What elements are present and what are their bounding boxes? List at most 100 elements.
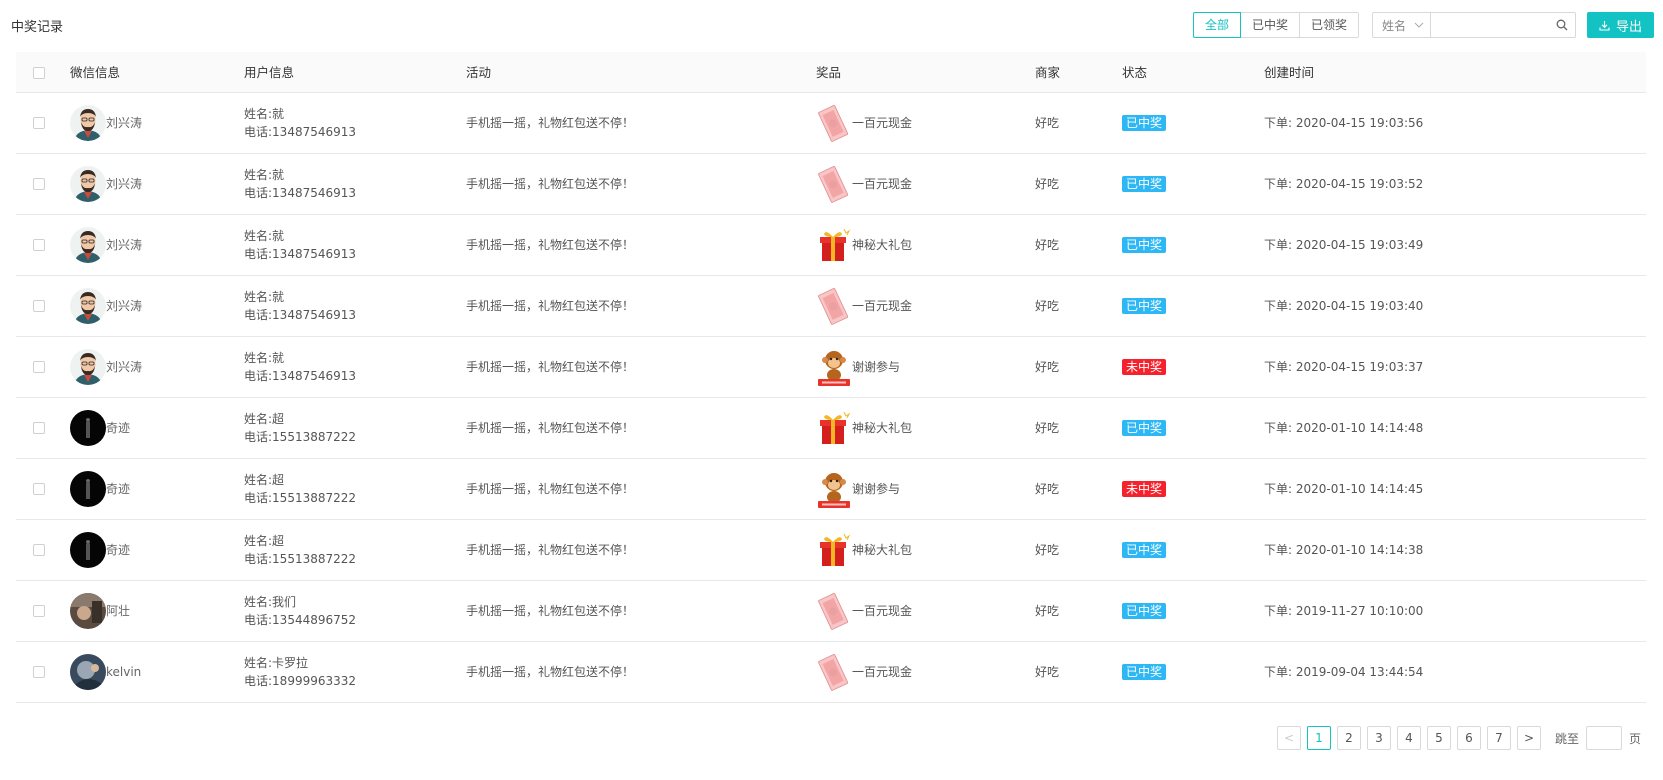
status-badge: 已中奖 <box>1122 297 1167 314</box>
row-checkbox[interactable] <box>33 361 45 373</box>
select-all-cell <box>16 52 70 93</box>
pagination: < 1234567 > 跳至 页 <box>1271 726 1641 750</box>
filter-won-button[interactable]: 已中奖 <box>1239 13 1299 37</box>
page-2-button[interactable]: 2 <box>1336 726 1361 750</box>
user-phone: 电话:13487546913 <box>244 307 357 322</box>
prize-cell: 神秘大礼包 <box>816 214 1035 276</box>
header-status: 状态 <box>1122 52 1264 93</box>
header-activity: 活动 <box>466 52 816 93</box>
status-badge: 未中奖 <box>1122 358 1167 375</box>
select-all-checkbox[interactable] <box>33 66 45 79</box>
export-button[interactable]: 导出 <box>1586 12 1654 38</box>
merchant-cell: 好吃 <box>1035 92 1122 154</box>
user-name: 姓名:我们 <box>244 594 297 609</box>
prize-name: 神秘大礼包 <box>852 543 913 557</box>
status-cell: 未中奖 <box>1122 458 1264 520</box>
page-3-button[interactable]: 3 <box>1366 726 1391 750</box>
user-info-cell: 姓名:就 电话:13487546913 <box>244 153 466 215</box>
table-row: 阿壮 姓名:我们 电话:13544896752 手机摇一摇，礼物红包送不停！ 一百元现金… <box>16 580 1646 642</box>
page-5-button[interactable]: 5 <box>1426 726 1451 750</box>
cash-icon <box>816 652 852 692</box>
avatar <box>70 348 106 385</box>
merchant-cell: 好吃 <box>1035 397 1122 459</box>
table-row: 刘兴涛 姓名:就 电话:13487546913 手机摇一摇，礼物红包送不停！ 一百元现金… <box>16 153 1646 215</box>
status-badge: 已中奖 <box>1122 175 1167 192</box>
filter-claimed-button[interactable]: 已领奖 <box>1298 13 1358 37</box>
user-phone: 电话:15513887222 <box>244 429 357 444</box>
row-checkbox[interactable] <box>33 605 45 617</box>
user-name: 姓名:就 <box>244 167 285 182</box>
cash-icon <box>816 103 852 143</box>
status-cell: 已中奖 <box>1122 397 1264 459</box>
wechat-name: kelvin <box>106 664 142 679</box>
prize-name: 一百元现金 <box>852 116 913 130</box>
merchant-cell: 好吃 <box>1035 275 1122 337</box>
prize-cell: 神秘大礼包 <box>816 519 1035 581</box>
row-select-cell <box>16 641 70 703</box>
row-select-cell <box>16 519 70 581</box>
jump-page-input[interactable] <box>1585 726 1622 750</box>
row-checkbox[interactable] <box>33 178 45 190</box>
row-select-cell <box>16 92 70 154</box>
row-checkbox[interactable] <box>33 483 45 495</box>
prize-name: 一百元现金 <box>852 177 913 191</box>
search-field-select[interactable]: 姓名 <box>1373 13 1431 37</box>
header-wechat-info: 微信信息 <box>70 52 244 93</box>
prize-cell: 谢谢参与 <box>816 336 1035 398</box>
toolbar: 全部 已中奖 已领奖 姓名 导出 <box>1192 12 1654 38</box>
user-phone: 电话:13487546913 <box>244 246 357 261</box>
page-6-button[interactable]: 6 <box>1456 726 1481 750</box>
row-select-cell <box>16 153 70 215</box>
prize-cell: 一百元现金 <box>816 580 1035 642</box>
prize-cell: 一百元现金 <box>816 275 1035 337</box>
merchant-cell: 好吃 <box>1035 336 1122 398</box>
prize-cell: 一百元现金 <box>816 92 1035 154</box>
activity-cell: 手机摇一摇，礼物红包送不停！ <box>466 458 816 520</box>
user-name: 姓名:超 <box>244 472 285 487</box>
user-name: 姓名:就 <box>244 289 285 304</box>
wechat-name: 奇迹 <box>106 421 131 435</box>
row-checkbox[interactable] <box>33 239 45 251</box>
prize-name: 谢谢参与 <box>852 482 901 496</box>
wechat-name: 刘兴涛 <box>106 360 143 374</box>
search-input[interactable] <box>1430 13 1549 37</box>
merchant-cell: 好吃 <box>1035 641 1122 703</box>
gift-icon <box>816 225 852 265</box>
prize-name: 神秘大礼包 <box>852 421 913 435</box>
header-created-time: 创建时间 <box>1264 52 1646 93</box>
user-name: 姓名:卡罗拉 <box>244 655 309 670</box>
prev-page-button[interactable]: < <box>1276 726 1301 750</box>
row-checkbox[interactable] <box>33 117 45 129</box>
wechat-info-cell: 刘兴涛 <box>70 92 244 154</box>
search-icon[interactable] <box>1549 13 1575 37</box>
wechat-info-cell: 奇迹 <box>70 397 244 459</box>
status-cell: 已中奖 <box>1122 275 1264 337</box>
page-4-button[interactable]: 4 <box>1396 726 1421 750</box>
row-select-cell <box>16 275 70 337</box>
table-row: kelvin 姓名:卡罗拉 电话:18999963332 手机摇一摇，礼物红包送不停！… <box>16 641 1646 703</box>
page-1-button[interactable]: 1 <box>1306 726 1331 750</box>
next-page-button[interactable]: > <box>1516 726 1541 750</box>
gift-icon <box>816 530 852 570</box>
search-field-label: 姓名 <box>1381 18 1406 33</box>
user-info-cell: 姓名:超 电话:15513887222 <box>244 458 466 520</box>
row-checkbox[interactable] <box>33 544 45 556</box>
wechat-name: 刘兴涛 <box>106 116 143 130</box>
wechat-name: 刘兴涛 <box>106 238 143 252</box>
filter-all-button[interactable]: 全部 <box>1192 12 1241 38</box>
cash-icon <box>816 164 852 204</box>
row-checkbox[interactable] <box>33 422 45 434</box>
row-checkbox[interactable] <box>33 300 45 312</box>
avatar <box>70 287 106 324</box>
export-label: 导出 <box>1615 19 1642 35</box>
user-info-cell: 姓名:我们 电话:13544896752 <box>244 580 466 642</box>
user-name: 姓名:超 <box>244 533 285 548</box>
created-time-cell: 下单: 2020-04-15 19:03:49 <box>1264 214 1646 276</box>
row-checkbox[interactable] <box>33 666 45 678</box>
page-7-button[interactable]: 7 <box>1486 726 1511 750</box>
records-table: 微信信息 用户信息 活动 奖品 商家 状态 创建时间 刘兴涛 姓名:就 电话:134… <box>16 52 1646 703</box>
table-row: 刘兴涛 姓名:就 电话:13487546913 手机摇一摇，礼物红包送不停！ 谢谢参与好… <box>16 336 1646 398</box>
prize-cell: 一百元现金 <box>816 153 1035 215</box>
user-info-cell: 姓名:超 电话:15513887222 <box>244 519 466 581</box>
monkey-icon <box>816 469 852 509</box>
